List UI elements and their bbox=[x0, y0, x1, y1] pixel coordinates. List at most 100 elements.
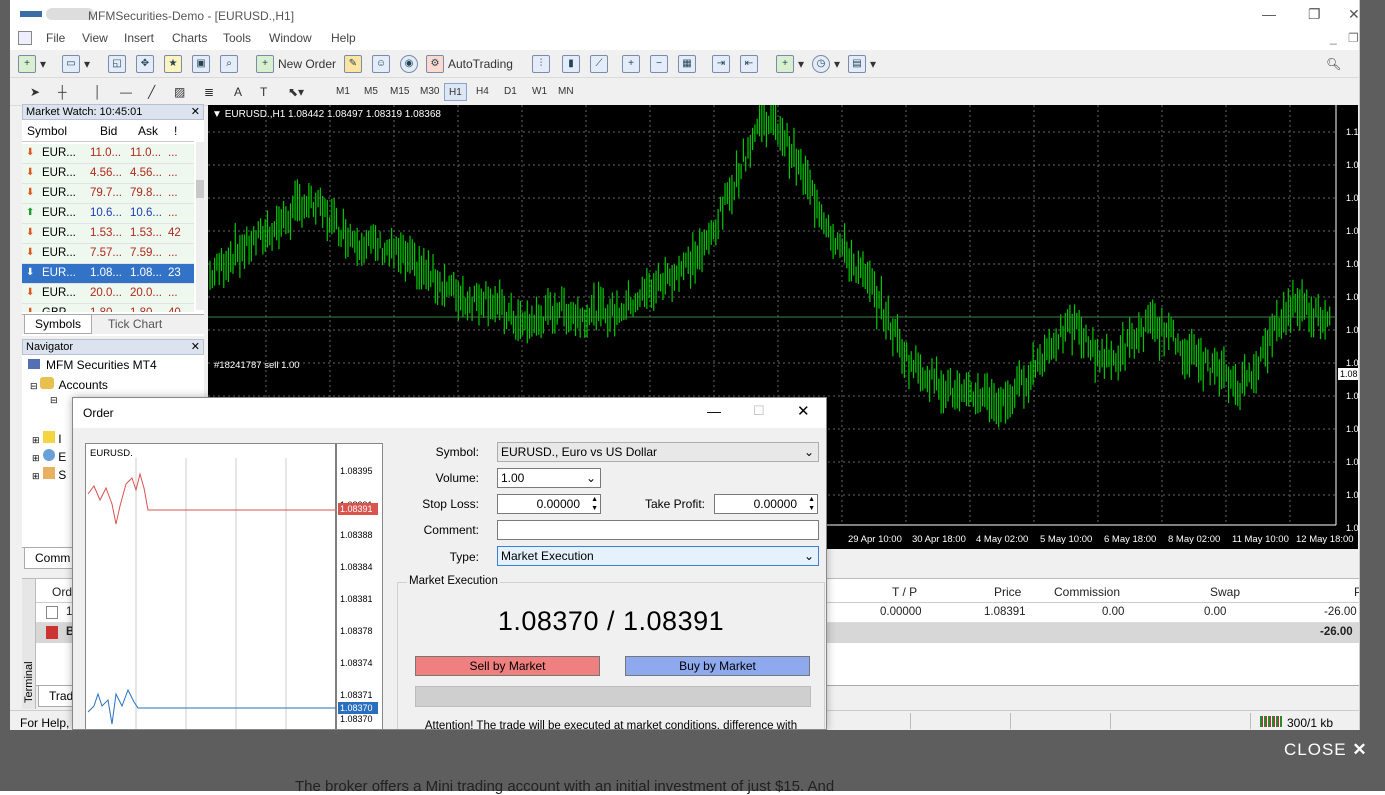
col-profit[interactable]: Pr bbox=[1354, 585, 1359, 599]
navigator-experts[interactable]: ⊞ E bbox=[32, 449, 66, 464]
tab-symbols[interactable]: Symbols bbox=[24, 315, 93, 334]
menu-view[interactable]: View bbox=[82, 31, 108, 45]
autoscroll-icon[interactable]: ⇥ bbox=[712, 53, 734, 75]
tf-w1[interactable]: W1 bbox=[528, 83, 551, 101]
menu-charts[interactable]: Charts bbox=[172, 31, 207, 45]
autotrading-button[interactable]: ⚙ AutoTrading bbox=[426, 53, 513, 75]
minimize-icon[interactable]: — bbox=[1262, 6, 1276, 22]
tester-icon[interactable]: ⌕ bbox=[220, 53, 242, 75]
tab-tick-chart[interactable]: Tick Chart bbox=[98, 317, 172, 331]
buy-by-market-button[interactable]: Buy by Market bbox=[625, 656, 810, 676]
zoom-in-icon[interactable]: + bbox=[622, 53, 644, 75]
market-watch-row[interactable]: ⬇ EUR... 4.56... 4.56...... bbox=[22, 164, 194, 184]
new-chart-icon[interactable]: + ▾ bbox=[18, 53, 46, 75]
navigator-icon[interactable]: ★ bbox=[164, 53, 186, 75]
tf-mn[interactable]: MN bbox=[554, 83, 578, 101]
arrow-down-icon: ⬇ bbox=[26, 147, 35, 158]
navigator-accounts[interactable]: ⊟ Accounts bbox=[30, 377, 108, 392]
spinner-icon[interactable]: ▲ ▼ bbox=[808, 495, 815, 513]
col-spread[interactable]: ! bbox=[174, 124, 177, 138]
panel-close-icon[interactable]: ✕ bbox=[191, 105, 200, 119]
data-window-icon[interactable]: ✥ bbox=[136, 53, 158, 75]
bar-chart-icon[interactable]: ⫶ bbox=[532, 53, 554, 75]
navigator-scripts[interactable]: ⊞ S bbox=[32, 467, 66, 482]
market-watch-row[interactable]: ⬆ EUR... 10.6... 10.6...... bbox=[22, 204, 194, 224]
mdi-minimize-icon[interactable]: _ bbox=[1330, 31, 1337, 45]
type-label: Type: bbox=[449, 550, 479, 564]
close-icon[interactable]: ✕ bbox=[1348, 6, 1359, 23]
periods-icon[interactable]: ◷ ▾ bbox=[812, 53, 840, 75]
market-watch-row[interactable]: ⬇ GBP... 1.80... 1.80... 40 bbox=[22, 304, 194, 312]
market-watch-icon[interactable]: ◱ bbox=[108, 53, 130, 75]
menu-tools[interactable]: Tools bbox=[223, 31, 251, 45]
restore-icon[interactable]: ❐ bbox=[1308, 6, 1321, 23]
indicators-icon[interactable]: + ▾ bbox=[776, 53, 804, 75]
panel-close-icon[interactable]: ✕ bbox=[191, 340, 200, 354]
col-swap[interactable]: Swap bbox=[1210, 585, 1240, 599]
col-ask[interactable]: Ask bbox=[138, 124, 158, 138]
stop-loss-input[interactable]: 0.00000 ▲ ▼ bbox=[497, 494, 601, 514]
community-icon[interactable]: ☺ bbox=[372, 53, 394, 75]
sell-by-market-button[interactable]: Sell by Market bbox=[415, 656, 600, 676]
chart-shift-icon[interactable]: ⇤ bbox=[740, 53, 762, 75]
tf-h1[interactable]: H1 bbox=[444, 83, 467, 101]
col-tp[interactable]: T / P bbox=[892, 585, 917, 599]
navigator-indicators[interactable]: ⊞ I bbox=[32, 431, 62, 446]
market-watch-row[interactable]: ⬇ EUR... 7.57... 7.59...... bbox=[22, 244, 194, 264]
menu-window[interactable]: Window bbox=[269, 31, 312, 45]
metaeditor-icon[interactable]: ✎ bbox=[344, 53, 366, 75]
menu-help[interactable]: Help bbox=[331, 31, 356, 45]
market-watch-row[interactable]: ⬇ EUR... 1.53... 1.53... 42 bbox=[22, 224, 194, 244]
tf-h4[interactable]: H4 bbox=[472, 83, 493, 101]
market-watch-row[interactable]: ⬇ EUR... 79.7... 79.8...... bbox=[22, 184, 194, 204]
col-symbol[interactable]: Symbol bbox=[27, 124, 67, 138]
crosshair-icon[interactable]: ┼ bbox=[58, 81, 67, 103]
terminal-icon[interactable]: ▣ bbox=[192, 53, 214, 75]
volume-combo[interactable]: 1.00 ⌄ bbox=[497, 468, 601, 488]
trendline-icon[interactable]: ╱ bbox=[148, 81, 155, 103]
type-select[interactable]: Market Execution ⌄ bbox=[497, 546, 819, 566]
fibonacci-icon[interactable]: ≣ bbox=[204, 81, 214, 103]
market-watch-scrollbar[interactable] bbox=[196, 142, 204, 310]
col-commission[interactable]: Commission bbox=[1054, 585, 1120, 599]
text-label-icon[interactable]: T bbox=[260, 81, 267, 103]
menu-insert[interactable]: Insert bbox=[124, 31, 154, 45]
price-tick-label: 1.08 bbox=[1346, 292, 1358, 302]
zoom-out-icon[interactable]: − bbox=[650, 53, 672, 75]
tf-m30[interactable]: M30 bbox=[416, 83, 443, 101]
cursor-icon[interactable]: ➤ bbox=[30, 81, 40, 103]
spinner-icon[interactable]: ▲ ▼ bbox=[591, 495, 598, 513]
close-overlay-button[interactable]: CLOSE ✕ bbox=[1284, 740, 1368, 760]
col-bid[interactable]: Bid bbox=[100, 124, 117, 138]
text-icon[interactable]: A bbox=[234, 81, 242, 103]
mdi-restore-icon[interactable]: ❐ bbox=[1348, 31, 1359, 45]
symbol-select[interactable]: EURUSD., Euro vs US Dollar ⌄ bbox=[497, 442, 819, 462]
search-icon[interactable]: 🔍︎ bbox=[1326, 53, 1341, 75]
tf-m5[interactable]: M5 bbox=[360, 83, 382, 101]
line-chart-icon[interactable]: ⟋ bbox=[590, 53, 612, 75]
tf-m15[interactable]: M15 bbox=[386, 83, 413, 101]
market-watch-row[interactable]: ⬇ EUR... 11.0... 11.0...... bbox=[22, 144, 194, 164]
horizontal-line-icon[interactable]: — bbox=[120, 81, 132, 103]
market-watch-row[interactable]: ⬇ EUR... 1.08... 1.08... 23 bbox=[22, 264, 194, 284]
market-watch-row[interactable]: ⬇ EUR... 20.0... 20.0...... bbox=[22, 284, 194, 304]
col-price[interactable]: Price bbox=[994, 585, 1021, 599]
arrows-icon[interactable]: ⬉▾ bbox=[288, 81, 304, 103]
signals-icon[interactable]: ◉ bbox=[400, 53, 422, 75]
dialog-minimize-icon[interactable]: — bbox=[707, 403, 721, 419]
new-order-button[interactable]: + New Order bbox=[256, 53, 336, 75]
dialog-close-icon[interactable]: ✕ bbox=[797, 402, 810, 420]
profiles-icon[interactable]: ▭ ▾ bbox=[62, 53, 90, 75]
navigator-root[interactable]: MFM Securities MT4 bbox=[28, 358, 157, 372]
account-node[interactable]: ⊟ bbox=[50, 395, 58, 406]
tile-windows-icon[interactable]: ▦ bbox=[678, 53, 700, 75]
tf-d1[interactable]: D1 bbox=[500, 83, 521, 101]
templates-icon[interactable]: ▤ ▾ bbox=[848, 53, 876, 75]
tf-m1[interactable]: M1 bbox=[332, 83, 354, 101]
vertical-line-icon[interactable]: │ bbox=[94, 81, 102, 103]
take-profit-input[interactable]: 0.00000 ▲ ▼ bbox=[714, 494, 818, 514]
channel-icon[interactable]: ▨ bbox=[174, 81, 185, 103]
menu-file[interactable]: File bbox=[46, 31, 65, 45]
comment-input[interactable] bbox=[497, 520, 819, 540]
candlestick-icon[interactable]: ▮ bbox=[562, 53, 584, 75]
